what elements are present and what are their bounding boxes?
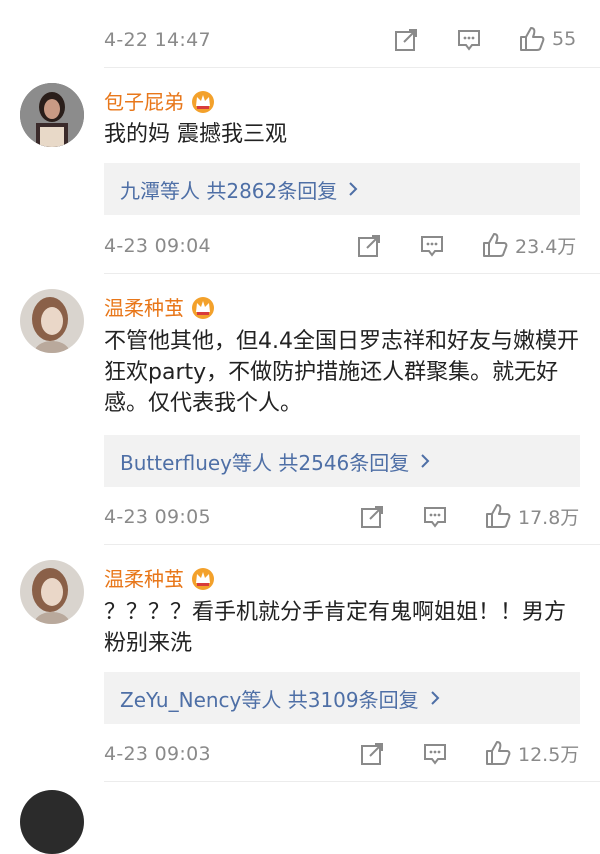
username-row: 温柔种茧 xyxy=(104,292,216,321)
divider xyxy=(104,781,600,782)
share-button[interactable] xyxy=(358,503,386,531)
avatar-image xyxy=(20,560,84,624)
like-count: 12.5万 xyxy=(518,743,580,766)
comment-time: 4-23 09:05 xyxy=(104,506,211,528)
chevron-right-icon xyxy=(430,691,440,705)
like-button[interactable]: 12.5万 xyxy=(484,739,579,767)
reply-summary[interactable]: Butterfluey等人 共2546条回复 xyxy=(104,435,580,487)
share-icon xyxy=(395,29,417,51)
comment-icon xyxy=(458,30,480,51)
comment-time: 4-23 09:03 xyxy=(104,743,211,765)
reply-summary-text: ZeYu_Nency等人 共3109条回复 xyxy=(120,687,419,712)
like-icon xyxy=(520,27,545,51)
share-icon xyxy=(361,743,383,765)
share-button[interactable] xyxy=(358,740,386,768)
username[interactable]: 包子屁弟 xyxy=(104,86,184,115)
comment-button[interactable] xyxy=(421,503,449,531)
like-count: 23.4万 xyxy=(515,235,577,258)
like-icon xyxy=(483,233,508,257)
comment-button[interactable] xyxy=(421,740,449,768)
like-icon xyxy=(486,741,511,765)
comment-text: 我的妈 震撼我三观 xyxy=(104,122,287,147)
like-button[interactable]: 23.4万 xyxy=(481,231,576,259)
avatar[interactable] xyxy=(20,560,84,624)
username-row: 包子屁弟 xyxy=(104,86,216,115)
vip-crown-icon xyxy=(192,90,214,113)
chevron-right-icon xyxy=(421,454,430,468)
comment-button[interactable] xyxy=(418,232,446,260)
comment-time: 4-22 14:47 xyxy=(104,29,211,51)
comment-time: 4-23 09:04 xyxy=(104,235,211,257)
comment-icon xyxy=(424,507,446,528)
like-count: 17.8万 xyxy=(518,506,580,529)
reply-summary[interactable]: ZeYu_Nency等人 共3109条回复 xyxy=(104,672,580,724)
divider xyxy=(104,67,600,68)
comment-text: ？？？？看手机就分手肯定有鬼啊姐姐！！男方粉别来洗 xyxy=(104,600,567,656)
avatar[interactable] xyxy=(20,83,84,147)
share-icon xyxy=(358,235,380,257)
like-count: 55 xyxy=(552,28,577,50)
avatar-image xyxy=(20,83,84,147)
comment-icon xyxy=(424,744,446,765)
comment-icon xyxy=(421,236,443,257)
share-icon xyxy=(361,506,383,528)
divider xyxy=(104,273,600,274)
username[interactable]: 温柔种茧 xyxy=(104,292,184,321)
username-row: 温柔种茧 xyxy=(104,563,216,592)
reply-summary-text: Butterfluey等人 共2546条回复 xyxy=(120,450,410,475)
comment-button[interactable] xyxy=(455,26,483,54)
like-button[interactable]: 17.8万 xyxy=(484,502,579,530)
reply-summary[interactable]: 九潭等人 共2862条回复 xyxy=(104,163,580,215)
vip-crown-icon xyxy=(192,567,214,590)
divider xyxy=(104,544,600,545)
share-button[interactable] xyxy=(355,232,383,260)
like-button[interactable]: 55 xyxy=(518,25,576,53)
comment-text: 不管他其他，但4.4全国日罗志祥和好友与嫩模开狂欢party，不做防护措施还人群… xyxy=(104,329,579,416)
avatar[interactable] xyxy=(20,289,84,353)
vip-crown-icon xyxy=(192,296,214,319)
share-button[interactable] xyxy=(392,26,420,54)
like-icon xyxy=(486,504,511,528)
avatar-image xyxy=(20,289,84,353)
chevron-right-icon xyxy=(349,182,358,196)
username[interactable]: 温柔种茧 xyxy=(104,563,184,592)
reply-summary-text: 九潭等人 共2862条回复 xyxy=(120,178,338,203)
